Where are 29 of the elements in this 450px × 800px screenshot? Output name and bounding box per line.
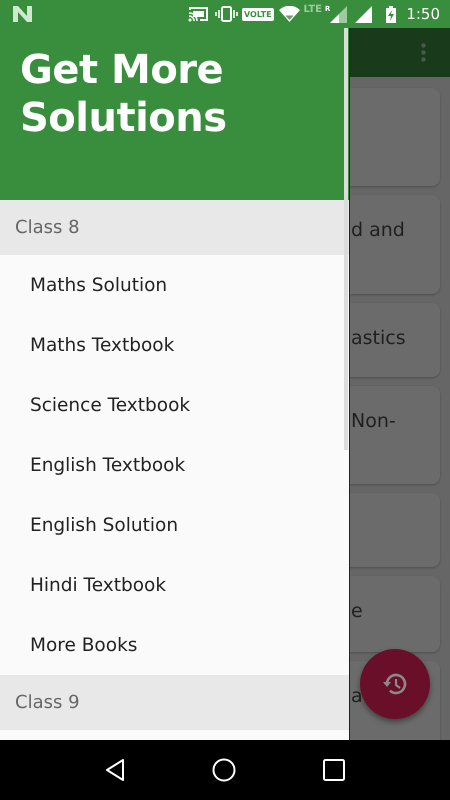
network-label: LTE [304,5,322,15]
card-title: a [351,685,363,707]
menu-item[interactable]: More Books [0,615,349,675]
menu-item[interactable]: Hindi Textbook [0,555,349,615]
volte-badge: VOLTE [242,8,274,20]
cast-icon [188,6,209,22]
signal-icon [330,6,348,22]
wifi-icon [278,6,300,22]
menu-item[interactable]: Maths Solution [0,255,349,315]
drawer-title: Get More Solutions [20,46,228,142]
section-header: Class 9 [0,675,349,730]
notification-icon [13,6,32,22]
section-header: Class 8 [0,200,349,255]
menu-item[interactable]: English Solution [0,495,349,555]
menu-item[interactable]: English Textbook [0,435,349,495]
menu-item[interactable]: Maths Textbook [0,315,349,375]
history-icon [382,671,408,697]
card-title: astics [351,327,406,349]
home-icon[interactable] [212,758,236,782]
back-icon[interactable] [105,758,126,782]
recents-icon[interactable] [322,759,345,781]
clock-time: 1:50 [406,5,440,23]
card-title: d and [351,219,405,241]
signal-icon [355,6,372,22]
battery-charging-icon [386,6,396,22]
card-title: e [351,600,363,622]
card-title: Non- [351,410,396,432]
menu-item[interactable]: Science Textbook [0,375,349,435]
vibrate-icon [215,6,238,22]
